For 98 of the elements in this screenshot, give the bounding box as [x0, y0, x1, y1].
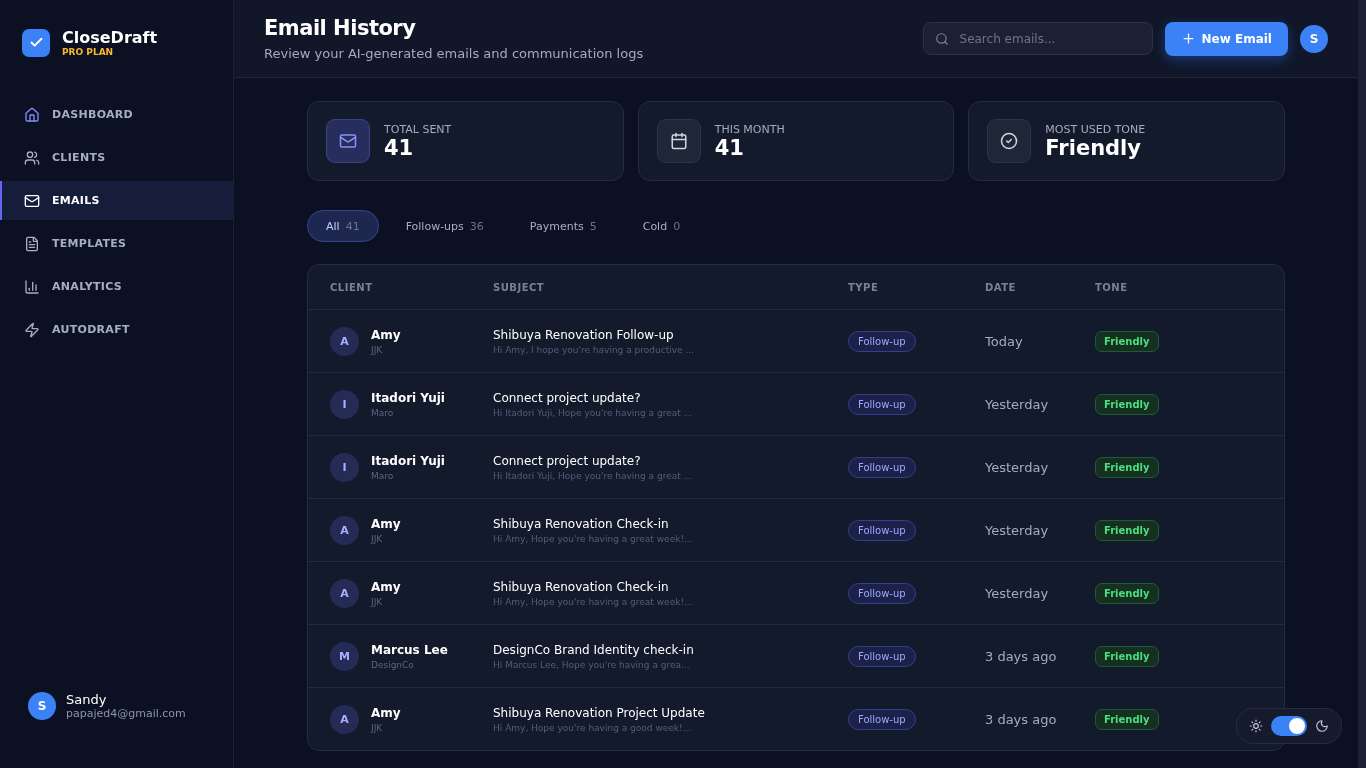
stat-label: THIS MONTH: [714, 122, 785, 136]
client-company: JJK: [371, 596, 384, 607]
email-subject[interactable]: Shibuya Renovation Follow-up: [493, 327, 848, 342]
search-icon: [934, 32, 949, 46]
type-tag: Follow-up: [848, 582, 916, 604]
client-avatar: M: [330, 641, 359, 671]
filter-tab[interactable]: All 41: [307, 210, 379, 242]
date-cell-text: Today: [985, 333, 1024, 349]
lightning-icon: [24, 321, 40, 338]
brand-name: CloseDraft: [62, 28, 158, 47]
column-header: CLIENT: [330, 281, 374, 293]
email-subject[interactable]: Shibuya Renovation Check-in: [493, 579, 848, 594]
client-name: Marcus Lee: [371, 642, 448, 657]
type-tag: Follow-up: [848, 519, 916, 541]
email-preview: Hi Itadori Yuji, Hope you're having a great ...: [493, 407, 694, 418]
mail-icon: [339, 132, 357, 150]
date-cell-text: Yesterday: [985, 522, 1050, 538]
tone-tag: Friendly: [1095, 645, 1159, 667]
tone-tag: Friendly: [1095, 330, 1159, 352]
user-email: papajed4@gmail.com: [66, 707, 186, 720]
sun-icon: [1249, 719, 1263, 733]
client-avatar: A: [330, 515, 359, 545]
type-tag: Follow-up: [848, 393, 916, 415]
stat-value: 41: [714, 135, 745, 160]
stat-label: TOTAL SENT: [384, 122, 452, 136]
date-cell-text: Yesterday: [985, 585, 1050, 601]
column-header: DATE: [985, 281, 1017, 293]
filter-tab[interactable]: Payments 5: [510, 210, 616, 242]
date-cell-text: 3 days ago: [985, 648, 1058, 664]
type-tag: Follow-up: [848, 645, 916, 667]
calendar-icon: [669, 132, 688, 150]
client-company: JJK: [371, 722, 384, 733]
page-title: Email History: [264, 16, 417, 40]
email-subject[interactable]: DesignCo Brand Identity check-in: [493, 642, 848, 657]
client-name: Itadori Yuji: [371, 390, 445, 405]
nav-item[interactable]: TEMPLATES: [0, 224, 233, 263]
email-preview: Hi Marcus Lee, Hope you're having a grea...: [493, 659, 691, 670]
client-avatar: A: [330, 704, 359, 734]
page-subtitle: Review your AI-generated emails and communication logs: [264, 46, 644, 61]
search-field[interactable]: Search emails...: [922, 22, 1153, 55]
type-tag: Follow-up: [848, 456, 916, 478]
home-icon: [24, 106, 40, 123]
client-company: JJK: [371, 533, 384, 544]
client-company: Maro: [371, 407, 395, 418]
client-name: Itadori Yuji: [371, 453, 445, 468]
nav-item[interactable]: CLIENTS: [0, 138, 233, 177]
filter-tab[interactable]: Cold 0: [623, 210, 700, 242]
theme-switch[interactable]: [1271, 716, 1307, 736]
client-company: JJK: [371, 344, 384, 355]
email-subject[interactable]: Connect project update?: [493, 390, 848, 405]
mail-icon: [24, 192, 40, 209]
tone-tag: Friendly: [1095, 519, 1159, 541]
stat-value: Friendly: [1045, 135, 1142, 160]
client-company: DesignCo: [371, 659, 415, 670]
client-avatar: A: [330, 326, 359, 356]
email-subject[interactable]: Shibuya Renovation Project Update: [493, 705, 848, 720]
nav-item[interactable]: ANALYTICS: [0, 267, 233, 306]
filter-tab[interactable]: Follow-ups 36: [386, 210, 503, 242]
column-header: SUBJECT: [493, 281, 546, 293]
tone-tag: Friendly: [1095, 456, 1159, 478]
nav-item[interactable]: EMAILS: [0, 181, 233, 220]
email-subject[interactable]: Connect project update?: [493, 453, 848, 468]
tone-tag: Friendly: [1095, 393, 1159, 415]
stat-value: 41: [384, 135, 415, 160]
column-header: TONE: [1095, 281, 1129, 293]
users-icon: [24, 149, 40, 166]
user-avatar[interactable]: S: [28, 692, 56, 720]
client-name: Amy: [371, 516, 401, 531]
client-name: Amy: [371, 327, 401, 342]
moon-icon: [1315, 719, 1329, 733]
email-subject[interactable]: Shibuya Renovation Check-in: [493, 516, 848, 531]
new-email-button[interactable]: New Email: [1164, 21, 1288, 56]
client-avatar: I: [330, 389, 359, 419]
date-cell-text: Yesterday: [985, 396, 1050, 412]
user-name: Sandy: [66, 692, 108, 707]
client-name: Amy: [371, 705, 401, 720]
type-tag: Follow-up: [848, 708, 916, 730]
client-company: Maro: [371, 470, 395, 481]
profile-avatar[interactable]: S: [1300, 24, 1328, 53]
check-circle-icon: [1000, 132, 1019, 150]
logo-icon: [22, 28, 50, 57]
tone-tag: Friendly: [1095, 708, 1159, 730]
plan-label: PRO PLAN: [62, 47, 115, 57]
client-avatar: I: [330, 452, 359, 482]
email-preview: Hi Itadori Yuji, Hope you're having a great ...: [493, 470, 694, 481]
client-name: Amy: [371, 579, 401, 594]
stat-label: MOST USED TONE: [1045, 122, 1146, 136]
plus-icon: [1180, 31, 1196, 46]
date-cell-text: 3 days ago: [985, 711, 1058, 727]
nav-item[interactable]: DASHBOARD: [0, 95, 233, 134]
tone-tag: Friendly: [1095, 582, 1159, 604]
nav-item[interactable]: AUTODRAFT: [0, 310, 233, 349]
type-tag: Follow-up: [848, 330, 916, 352]
bar-chart-icon: [24, 278, 40, 295]
date-cell-text: Yesterday: [985, 459, 1050, 475]
document-icon: [24, 235, 40, 252]
client-avatar: A: [330, 578, 359, 608]
column-header: TYPE: [848, 281, 880, 293]
